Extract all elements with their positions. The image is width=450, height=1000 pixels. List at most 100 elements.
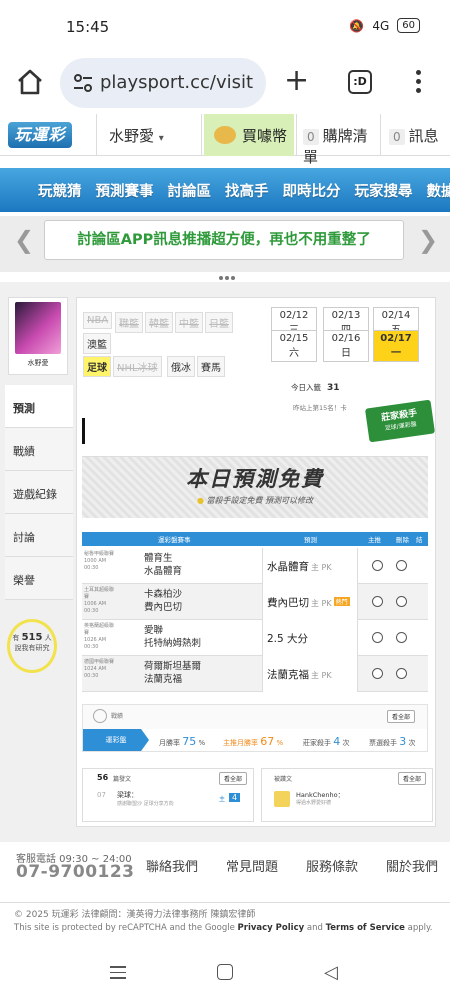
side-tab-record[interactable]: 戰績 xyxy=(5,428,73,471)
table-header: 運彩盤賽事 預測 主推 刪除 結果 xyxy=(82,532,428,554)
side-tab-honor[interactable]: 榮譽 xyxy=(5,557,73,600)
liked-more-button[interactable]: 看全部 xyxy=(398,772,427,785)
browser-toolbar: playsport.cc/visit + :D xyxy=(0,56,450,114)
privacy-link[interactable]: Privacy Policy xyxy=(238,923,305,933)
table-row: 德國甲級聯賽 1024 AM 00:30 荷爾斯坦基爾 法蘭克福 法蘭克福主 PK xyxy=(82,656,428,692)
side-tab-discuss[interactable]: 討論 xyxy=(5,514,73,557)
home-icon[interactable] xyxy=(14,66,46,98)
home-button-icon[interactable] xyxy=(217,964,233,980)
free-subtitle-text: 當殺手設定免費 預測可以修改 xyxy=(206,496,314,505)
delete-radio[interactable] xyxy=(396,668,407,679)
back-icon[interactable]: ◁ xyxy=(324,962,338,983)
cart-count: 0 xyxy=(303,129,319,145)
row-pick[interactable]: 2.5 大分 xyxy=(262,620,358,656)
text-cursor xyxy=(82,418,85,444)
home-pick-radio[interactable] xyxy=(372,596,383,607)
nav-item-data[interactable]: 數據 xyxy=(427,180,450,201)
address-bar[interactable]: playsport.cc/visit xyxy=(60,58,266,108)
avatar[interactable]: 水野愛 xyxy=(8,297,68,375)
cart-link[interactable]: 0 購牌清單 xyxy=(296,114,378,166)
league-japan-basketball[interactable]: 日籃 xyxy=(205,312,233,333)
recents-icon[interactable] xyxy=(110,966,126,983)
battery-icon: 60 xyxy=(397,18,420,33)
date-0215[interactable]: 02/15 六 xyxy=(271,330,317,362)
liked-user[interactable]: HankChenho： xyxy=(296,789,344,799)
banner-message[interactable]: 討論區APP訊息推播超方便，再也不用重整了 xyxy=(44,220,404,260)
site-logo[interactable]: 玩運彩 xyxy=(8,122,72,148)
new-tab-icon[interactable]: + xyxy=(284,66,309,96)
side-tab-predict[interactable]: 預測 xyxy=(5,385,73,428)
side-tab-game-history[interactable]: 遊戲紀錄 xyxy=(5,471,73,514)
liked-snippet: 得過水野愛好德 xyxy=(296,800,332,806)
site-settings-icon[interactable] xyxy=(72,72,94,94)
messages-link[interactable]: 0 訊息 xyxy=(380,114,450,156)
posts-label: 篇發文 xyxy=(113,776,132,783)
status-icons: 🔕 4G 60 xyxy=(349,18,420,33)
mute-icon: 🔕 xyxy=(349,18,365,33)
league-soccer[interactable]: 足球 xyxy=(83,356,111,377)
nav-item-forum[interactable]: 討論區 xyxy=(168,180,212,201)
stats-tab-lottery[interactable]: 運彩盤 xyxy=(83,729,149,751)
row-pick[interactable]: 法蘭克福主 PK xyxy=(262,656,358,692)
home-pick-radio[interactable] xyxy=(372,632,383,643)
caret-down-icon: ▾ xyxy=(158,133,164,144)
user-dropdown[interactable]: 水野愛 ▾ xyxy=(96,114,202,156)
user-avatar-icon xyxy=(274,791,290,807)
nav-item-experts[interactable]: 找高手 xyxy=(225,180,269,201)
league-russia-hockey[interactable]: 俄冰 xyxy=(167,356,195,377)
bulb-line2: 說我有研究 xyxy=(14,644,50,652)
messages-label: 訊息 xyxy=(408,127,439,145)
system-nav-bar: ◁ xyxy=(0,948,450,1000)
row-pick[interactable]: 水晶體育主 PK xyxy=(262,548,358,584)
chevron-left-icon[interactable]: ❮ xyxy=(14,228,34,252)
tab-switcher-icon[interactable]: :D xyxy=(348,70,372,94)
username: 水野愛 xyxy=(109,127,155,145)
site-header: 玩運彩 水野愛 ▾ 買噱幣 0 購牌清單 0 訊息 xyxy=(0,114,450,166)
table-row: 英格蘭超級聯賽 1026 AM 00:30 愛聯 托特納姆熱刺 2.5 大分 xyxy=(82,620,428,656)
nav-item-play[interactable]: 玩競猜 xyxy=(38,180,82,201)
copyright: © 2025 玩運彩 法律顧問：漢英得力法律事務所 陳鎮宏律師 xyxy=(14,910,256,920)
lightbulb-badge: 有 515 人 說我有研究 xyxy=(7,619,57,673)
bulb-prefix: 有 xyxy=(12,634,20,642)
footer-legal: © 2025 玩運彩 法律顧問：漢英得力法律事務所 陳鎮宏律師 This sit… xyxy=(0,902,450,948)
league-nba[interactable]: NBA xyxy=(83,312,113,329)
service-phone[interactable]: 07-9700123 xyxy=(16,862,135,882)
footer-link-terms[interactable]: 服務條款 xyxy=(306,856,358,875)
reply-label: 主 xyxy=(219,796,226,803)
nav-item-player-search[interactable]: 玩家搜尋 xyxy=(355,180,413,201)
table-row: 秘魯甲級聯賽 1000 AM 00:30 體育生 水晶體育 水晶體育主 PK xyxy=(82,548,428,584)
league-horse-racing[interactable]: 賽馬 xyxy=(197,356,225,377)
league-australia-basketball[interactable]: 澳籃 xyxy=(83,333,111,354)
posts-count: 56 xyxy=(97,773,109,782)
league-china-basketball[interactable]: 中籃 xyxy=(175,312,203,333)
date-0217[interactable]: 02/17 一 xyxy=(373,330,419,362)
post-title[interactable]: 梁球： xyxy=(117,790,138,800)
league-pro-basketball[interactable]: 職籃 xyxy=(115,312,143,333)
delete-radio[interactable] xyxy=(396,596,407,607)
prediction-panel: NBA 職籃 韓籃 中籃 日籃 澳籃 足球 NHL冰球 俄冰 賽馬 02/12 … xyxy=(76,297,436,827)
col-home: 主推 xyxy=(368,536,381,544)
delete-radio[interactable] xyxy=(396,632,407,643)
nav-item-predict[interactable]: 預測賽事 xyxy=(96,180,154,201)
terms-link[interactable]: Terms of Service xyxy=(326,923,405,933)
col-match: 運彩盤賽事 xyxy=(158,536,191,544)
footer-link-faq[interactable]: 常見問題 xyxy=(226,856,278,875)
more-menu-icon[interactable] xyxy=(414,70,422,94)
footer-link-contact[interactable]: 聯絡我們 xyxy=(146,856,198,875)
date-0216[interactable]: 02/16 日 xyxy=(323,330,369,362)
home-pick-radio[interactable] xyxy=(372,668,383,679)
buy-coins-button[interactable]: 買噱幣 xyxy=(204,114,294,156)
home-pick-radio[interactable] xyxy=(372,560,383,571)
footer-link-about[interactable]: 關於我們 xyxy=(386,856,438,875)
delete-radio[interactable] xyxy=(396,560,407,571)
league-korea-basketball[interactable]: 韓籃 xyxy=(145,312,173,333)
stats-more-button[interactable]: 看全部 xyxy=(387,710,416,723)
master-killer-badge: 莊家殺手 足球/運彩盤 xyxy=(364,399,436,443)
nav-item-livescore[interactable]: 即時比分 xyxy=(283,180,341,201)
posts-card: 56 篇發文 看全部 07 梁球： 感謝聯盟沙 足球分享方向 主 4 xyxy=(82,768,254,822)
league-nhl[interactable]: NHL冰球 xyxy=(113,356,162,377)
chevron-right-icon[interactable]: ❯ xyxy=(418,228,438,252)
posts-more-button[interactable]: 看全部 xyxy=(219,772,248,785)
row-pick[interactable]: 費內巴切主 PK 熱門 xyxy=(262,584,358,620)
footer: 客服電話 09:30 ~ 24:00 07-9700123 聯絡我們 常見問題 … xyxy=(0,842,450,902)
